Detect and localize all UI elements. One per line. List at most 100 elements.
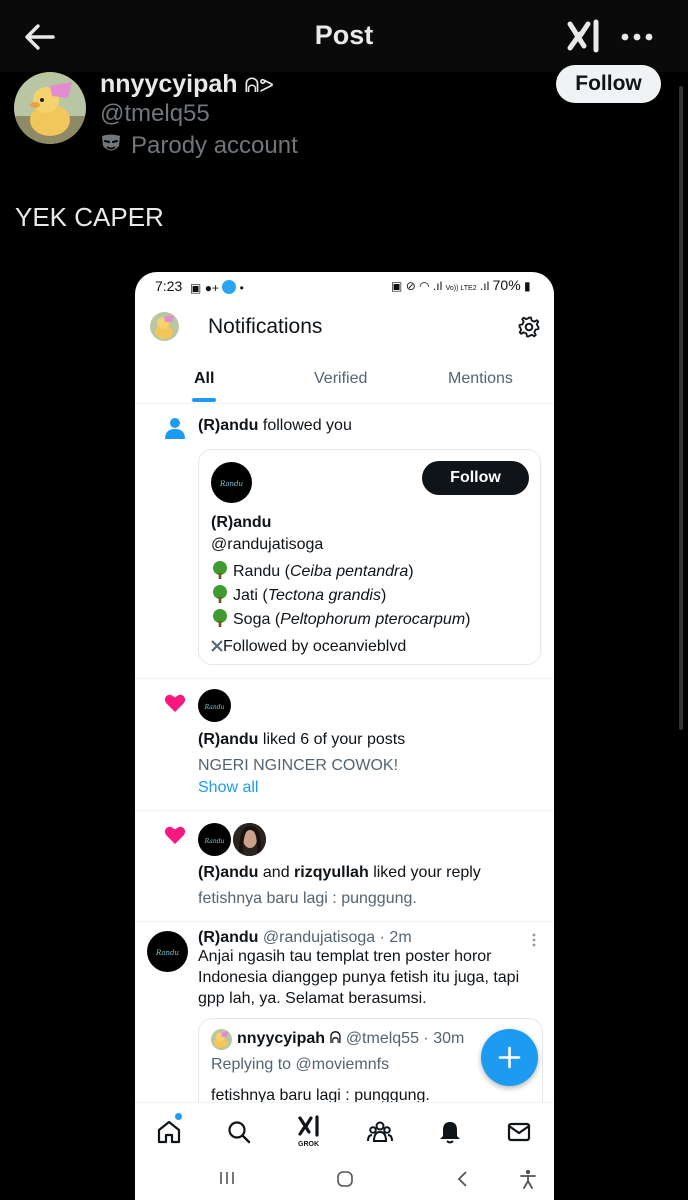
recent-apps-icon[interactable] [219, 1170, 235, 1186]
tab-verified[interactable]: Verified [314, 370, 367, 388]
follow-back-button[interactable]: Follow [422, 461, 529, 495]
bio-latin-2: Tectona grandis [267, 587, 381, 604]
status-time: 7:23 [155, 278, 183, 294]
quote-header[interactable]: nnyycyipah ᕱ @tmelq55 · 30m [237, 1030, 464, 1048]
randu-avatar[interactable]: Randu [211, 462, 252, 503]
mail-icon[interactable] [506, 1119, 532, 1145]
person-followed-icon [165, 418, 185, 439]
tabs-divider [135, 403, 554, 404]
home-unread-dot [175, 1113, 182, 1120]
reply-like-notification-text[interactable]: (R)andu and rizqyullah liked your reply [198, 864, 481, 882]
add-user-status-icon: ●+ [204, 281, 219, 295]
liked-reply-preview[interactable]: fetishnya baru lagi : punggung. [198, 890, 417, 908]
tweet-author-name[interactable]: (R)andu [198, 929, 258, 946]
tweet-author-avatar[interactable]: Randu [147, 931, 188, 972]
tweet-text: Anjai ngasih tau templat tren poster hor… [198, 948, 520, 1007]
search-icon[interactable] [226, 1119, 252, 1145]
tab-mentions[interactable]: Mentions [448, 370, 513, 388]
show-all-link[interactable]: Show all [198, 779, 258, 797]
randu-avatar-text: Randu [155, 949, 180, 958]
vibrate-icon: ▣ [391, 279, 403, 293]
rizqyullah-avatar[interactable] [233, 823, 266, 856]
home-circle-icon[interactable] [336, 1170, 354, 1188]
tweet-header[interactable]: (R)andu @randujatisoga · 2m [198, 929, 412, 947]
liked-post-preview[interactable]: NGERI NGINCER COWOK! [198, 757, 398, 775]
bio-latin-1: Ceiba pentandra [289, 563, 409, 580]
wifi-icon: ◠ [419, 279, 430, 293]
gallery-icon: ▣ [190, 281, 202, 295]
tab-all[interactable]: All [194, 370, 214, 388]
randu-avatar-text: Randu [204, 703, 225, 711]
scrollbar[interactable] [679, 86, 683, 730]
author-avatar[interactable] [14, 72, 86, 144]
accessibility-icon[interactable] [519, 1169, 537, 1189]
quote-avatar[interactable] [211, 1029, 232, 1050]
card-name[interactable]: (R)andu [211, 514, 271, 532]
grok-icon[interactable] [297, 1113, 323, 1139]
like-notification-text[interactable]: (R)andu liked 6 of your posts [198, 731, 405, 749]
author-name-text[interactable]: nnyycyipah [100, 70, 238, 98]
app-badge-icon [222, 280, 237, 294]
quote-author-symbol: ᕱ [329, 1030, 342, 1047]
battery-percent: 70% [492, 277, 521, 293]
bio-common-3: Soga [233, 611, 271, 628]
top-bar: Post [0, 0, 688, 72]
compose-button[interactable] [481, 1029, 538, 1086]
follow-button[interactable]: Follow [556, 65, 661, 103]
communities-icon[interactable] [367, 1119, 393, 1145]
randu-avatar[interactable]: Randu [198, 689, 231, 722]
network-label: Vo)) LTE2 [445, 285, 477, 292]
signal-icon-2: .ıl [479, 279, 490, 293]
grok-icon[interactable] [566, 16, 606, 56]
followed-by-text[interactable]: Followed by oceanvieblvd [223, 638, 406, 655]
notification-divider [135, 678, 554, 679]
mute-icon: ⊘ [405, 279, 416, 293]
heart-icon [164, 826, 186, 844]
follower-profile-card[interactable]: Randu Follow (R)andu @randujatisoga Rand… [198, 449, 541, 665]
author-name[interactable]: nnyycyipah ᕱᕗ [100, 70, 274, 99]
bio-latin-3: Peltophorum pterocarpum [280, 611, 466, 628]
bio-line-randu: Randu (Ceiba pentandra) [211, 561, 414, 581]
notification-divider [135, 921, 554, 922]
reply-like-action: liked your reply [373, 864, 481, 881]
back-chevron-icon[interactable] [455, 1170, 469, 1188]
randu-avatar-text: Randu [219, 480, 244, 489]
quote-replying-to[interactable]: Replying to @moviemnfs [211, 1056, 389, 1074]
post-text: YEK CAPER [15, 202, 164, 232]
home-icon[interactable] [156, 1119, 182, 1145]
status-left-icons: ▣ ●+ • [190, 280, 244, 295]
attached-screenshot[interactable]: 7:23 ▣ ●+ • ▣ ⊘ ◠ .ıl Vo)) LTE2 .ıl 70% … [135, 272, 554, 1200]
follow-actor[interactable]: (R)andu [198, 417, 258, 434]
heart-icon [164, 694, 186, 712]
more-options-icon[interactable] [620, 32, 654, 42]
quote-author-name[interactable]: nnyycyipah [237, 1030, 325, 1047]
status-dot: • [239, 281, 244, 295]
author-handle[interactable]: @tmelq55 [100, 100, 210, 128]
follow-action: followed you [262, 417, 352, 434]
bio-line-jati: Jati (Tectona grandis) [211, 585, 386, 605]
status-right-icons: ▣ ⊘ ◠ .ıl Vo)) LTE2 .ıl 70% ▮ [391, 277, 531, 293]
bell-icon[interactable] [437, 1119, 463, 1145]
quote-handle-time[interactable]: @tmelq55 · 30m [346, 1030, 465, 1047]
author-symbol: ᕱᕗ [244, 75, 274, 97]
like-actor[interactable]: (R)andu [198, 731, 258, 748]
randu-avatar[interactable]: Randu [198, 823, 231, 856]
my-avatar[interactable] [150, 312, 179, 341]
system-navigation-bar [135, 1160, 554, 1200]
reply-like-actor-2[interactable]: rizqyullah [294, 864, 369, 881]
active-tab-indicator [192, 398, 216, 402]
follow-notification-text[interactable]: (R)andu followed you [198, 417, 352, 435]
tweet-handle-time[interactable]: @randujatisoga · 2m [263, 929, 412, 946]
x-logo-icon [211, 640, 223, 652]
signal-icon: .ıl [432, 279, 443, 293]
notification-divider [135, 810, 554, 811]
settings-gear-icon[interactable] [517, 315, 541, 339]
battery-icon: ▮ [524, 279, 531, 293]
reply-like-joiner: and [262, 864, 290, 881]
followed-by[interactable]: Followed by oceanvieblvd [211, 638, 406, 656]
reply-like-actor-1[interactable]: (R)andu [198, 864, 258, 881]
like-action: liked 6 of your posts [262, 731, 406, 748]
grok-label: GROK [298, 1141, 319, 1148]
tree-emoji-icon [213, 561, 227, 579]
card-handle[interactable]: @randujatisoga [211, 536, 323, 554]
